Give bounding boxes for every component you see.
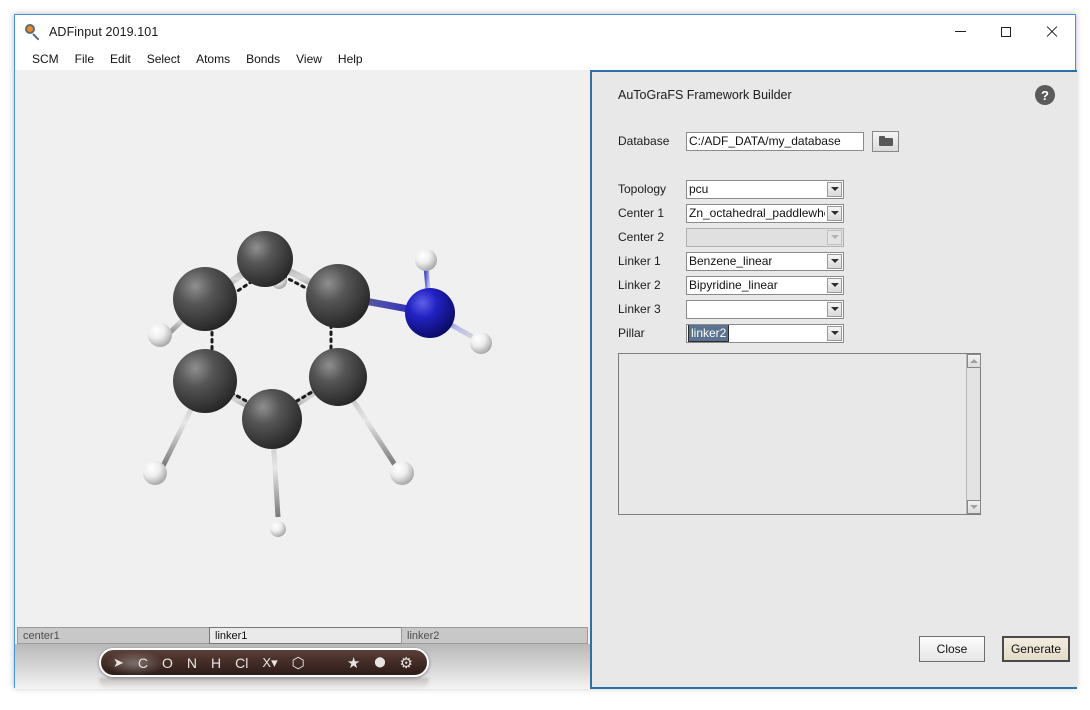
- pillar-row: Pillar linker2: [618, 322, 1058, 344]
- pointer-tool-icon[interactable]: ➤: [101, 650, 131, 675]
- menu-item-file[interactable]: File: [67, 50, 102, 68]
- main-body: center1 linker1 linker2 ➤ C O N H Cl X▾ …: [15, 70, 1077, 690]
- ring-tool-icon[interactable]: ⬡: [285, 650, 312, 675]
- topology-row: Topology pcu: [618, 178, 1058, 200]
- molecule-viewer-pane[interactable]: center1 linker1 linker2 ➤ C O N H Cl X▾ …: [15, 70, 590, 690]
- fragment-tab-strip: center1 linker1 linker2: [17, 627, 588, 644]
- database-input[interactable]: C:/ADF_DATA/my_database: [686, 131, 864, 151]
- linker1-row: Linker 1 Benzene_linear: [618, 250, 1058, 272]
- folder-icon: [878, 136, 893, 146]
- nitrogen-tool-button[interactable]: N: [180, 650, 204, 675]
- molecule-3d-view[interactable]: [15, 70, 590, 627]
- menu-item-edit[interactable]: Edit: [102, 50, 139, 68]
- linker1-dropdown[interactable]: Benzene_linear: [686, 251, 844, 271]
- drawing-toolbar: ➤ C O N H Cl X▾ ⬡ ★ ⬤ ⚙: [99, 648, 429, 677]
- chevron-down-icon[interactable]: [827, 277, 842, 293]
- scroll-down-button[interactable]: [967, 500, 981, 514]
- nitrogen-atom: [405, 288, 455, 338]
- menu-item-select[interactable]: Select: [139, 50, 188, 68]
- magnifier-icon: [25, 23, 41, 40]
- close-window-button[interactable]: [1029, 15, 1075, 48]
- carbon-tool-button[interactable]: C: [131, 650, 155, 675]
- hydrogen-tool-button[interactable]: H: [204, 650, 228, 675]
- center1-label: Center 1: [618, 206, 665, 220]
- star-tool-icon[interactable]: ★: [340, 650, 367, 675]
- pillar-dropdown[interactable]: linker2: [686, 323, 844, 343]
- close-icon: [1046, 26, 1058, 38]
- menu-item-view[interactable]: View: [288, 50, 330, 68]
- generate-button[interactable]: Generate: [1002, 636, 1070, 662]
- database-label: Database: [618, 134, 670, 148]
- linker2-row: Linker 2 Bipyridine_linear: [618, 274, 1058, 296]
- close-button[interactable]: Close: [919, 636, 985, 662]
- center1-dropdown[interactable]: Zn_octahedral_paddlewheel: [686, 203, 844, 223]
- browse-database-button[interactable]: [872, 130, 899, 152]
- topology-dropdown[interactable]: pcu: [686, 179, 844, 199]
- autografs-panel: AuToGraFS Framework Builder ? Database C…: [590, 70, 1077, 689]
- maximize-icon: [1001, 26, 1011, 37]
- pin-tool-icon[interactable]: ⬤: [367, 650, 392, 675]
- menu-item-atoms[interactable]: Atoms: [188, 50, 238, 68]
- element-picker-tool-button[interactable]: X▾: [255, 650, 284, 675]
- linker3-row: Linker 3: [618, 298, 1058, 320]
- window-title: ADFinput 2019.101: [49, 24, 159, 39]
- pillar-value: linker2: [687, 324, 730, 342]
- minimize-button[interactable]: [937, 15, 983, 48]
- pillar-label: Pillar: [618, 326, 645, 340]
- panel-title: AuToGraFS Framework Builder: [618, 88, 792, 102]
- center2-row: Center 2: [618, 226, 1058, 248]
- output-log-box[interactable]: [618, 353, 981, 515]
- linker1-value: Benzene_linear: [689, 254, 773, 268]
- chevron-down-icon[interactable]: [827, 205, 842, 221]
- window-controls: [937, 15, 1075, 48]
- chevron-down-icon[interactable]: [827, 301, 842, 317]
- linker2-dropdown[interactable]: Bipyridine_linear: [686, 275, 844, 295]
- maximize-button[interactable]: [983, 15, 1029, 48]
- chevron-down-icon: [827, 229, 842, 245]
- menu-bar: SCM File Edit Select Atoms Bonds View He…: [15, 48, 1075, 70]
- scroll-up-button[interactable]: [967, 354, 981, 368]
- linker1-label: Linker 1: [618, 254, 661, 268]
- linker3-label: Linker 3: [618, 302, 661, 316]
- application-window: ADFinput 2019.101 SCM File Edit Select A…: [14, 14, 1077, 690]
- gear-tool-icon[interactable]: ⚙: [393, 650, 427, 675]
- center2-dropdown[interactable]: [686, 227, 844, 247]
- scrollbar-track[interactable]: [967, 368, 980, 500]
- topology-value: pcu: [689, 182, 709, 196]
- output-scrollbar[interactable]: [966, 354, 981, 514]
- center1-value: Zn_octahedral_paddlewheel: [689, 206, 825, 220]
- topology-label: Topology: [618, 182, 667, 196]
- title-bar: ADFinput 2019.101: [15, 15, 1075, 48]
- oxygen-tool-button[interactable]: O: [155, 650, 180, 675]
- menu-item-bonds[interactable]: Bonds: [238, 50, 288, 68]
- tab-center1[interactable]: center1: [17, 627, 210, 644]
- output-log-text: [619, 354, 966, 514]
- linker2-value: Bipyridine_linear: [689, 278, 778, 292]
- chevron-down-icon[interactable]: [827, 325, 842, 341]
- center2-label: Center 2: [618, 230, 665, 244]
- help-icon[interactable]: ?: [1035, 85, 1055, 105]
- chlorine-tool-button[interactable]: Cl: [228, 650, 255, 675]
- tab-linker1[interactable]: linker1: [209, 627, 402, 644]
- chevron-down-icon[interactable]: [827, 253, 842, 269]
- linker2-label: Linker 2: [618, 278, 661, 292]
- toolbar-reflection: [99, 678, 429, 690]
- menu-item-scm[interactable]: SCM: [24, 50, 67, 68]
- drawing-toolbar-area: ➤ C O N H Cl X▾ ⬡ ★ ⬤ ⚙: [15, 644, 590, 690]
- database-row: Database C:/ADF_DATA/my_database: [618, 130, 1058, 152]
- center1-row: Center 1 Zn_octahedral_paddlewheel: [618, 202, 1058, 224]
- chevron-down-icon[interactable]: [827, 181, 842, 197]
- minimize-icon: [954, 31, 966, 32]
- menu-item-help[interactable]: Help: [330, 50, 371, 68]
- linker3-dropdown[interactable]: [686, 299, 844, 319]
- tab-linker2[interactable]: linker2: [401, 627, 588, 644]
